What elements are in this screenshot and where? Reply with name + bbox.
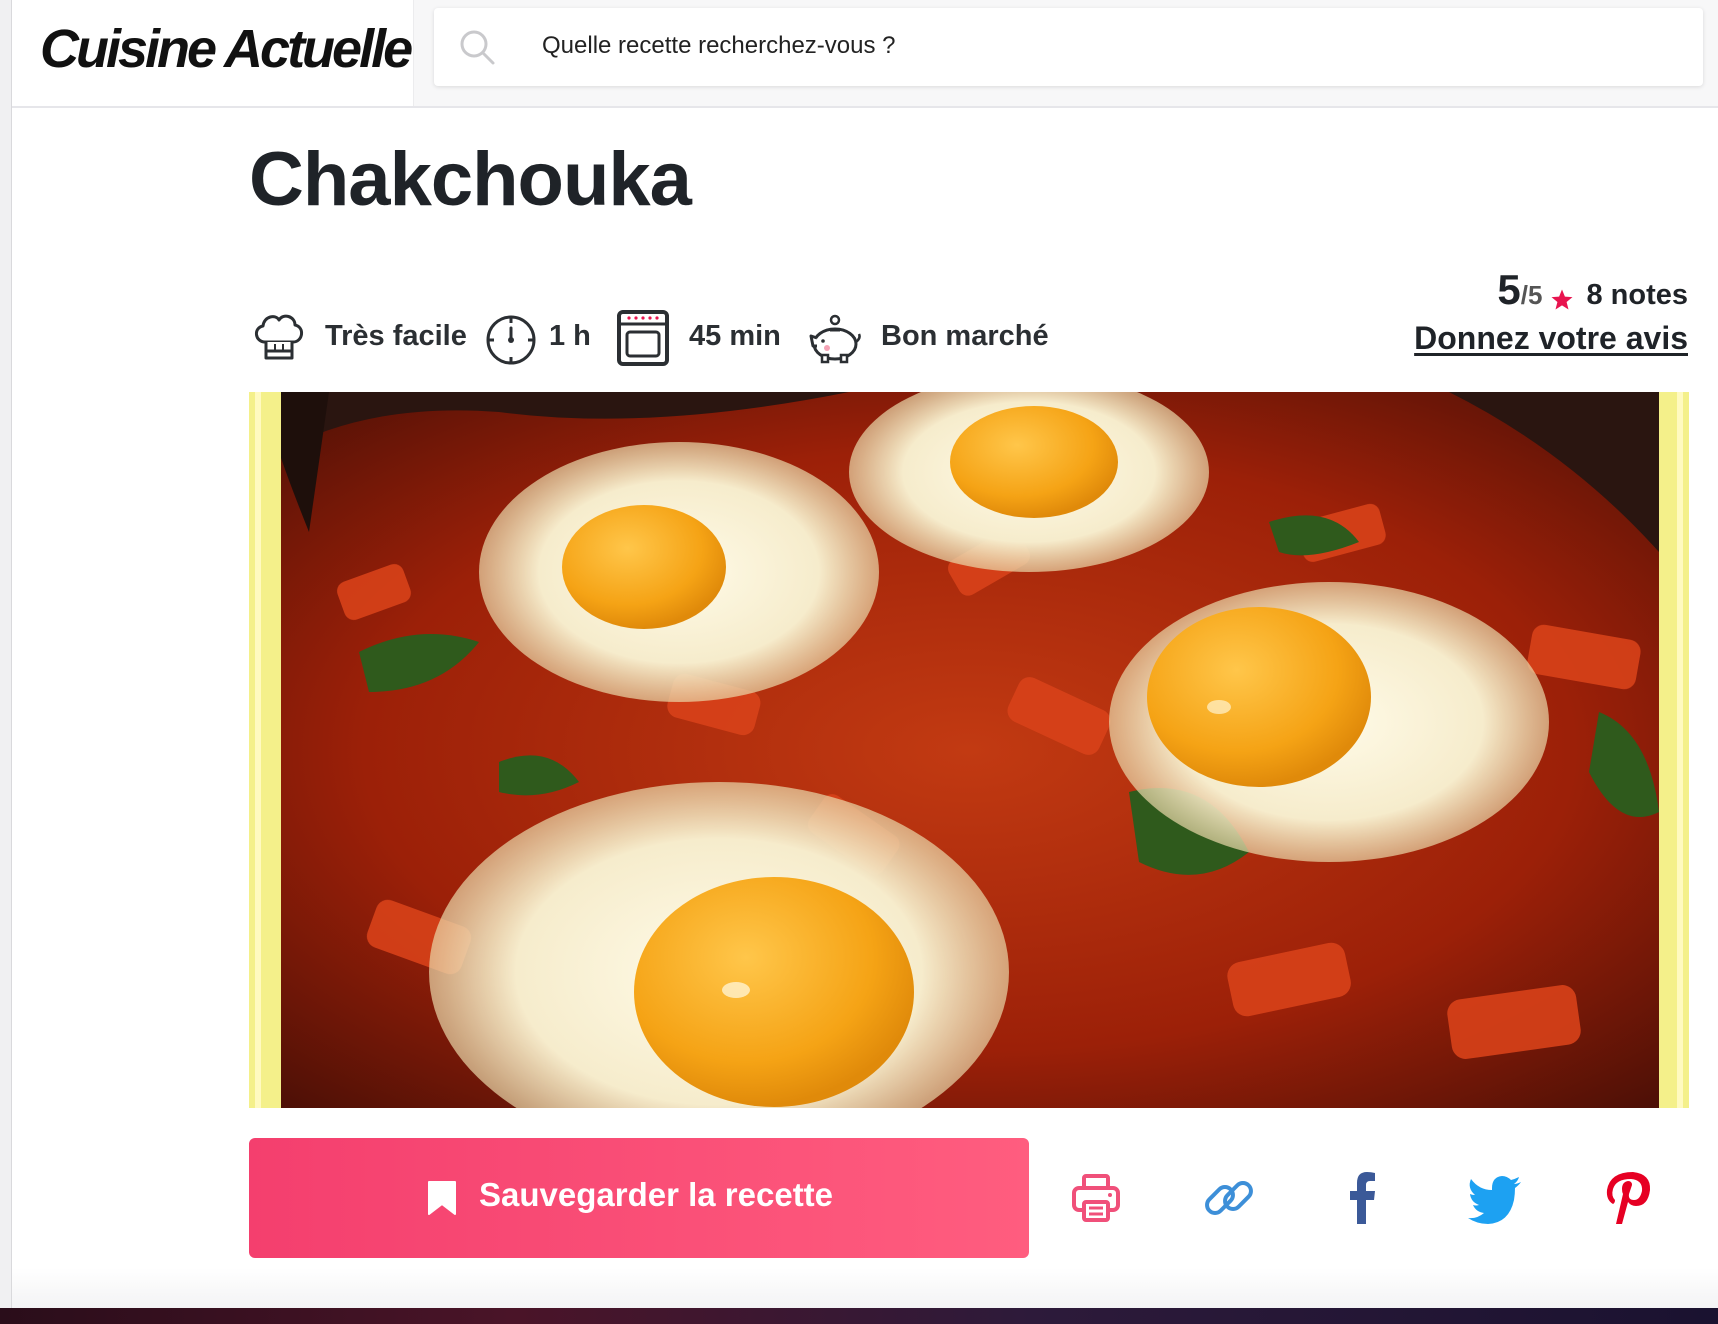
total-time-label: 1 h xyxy=(549,320,591,352)
star-icon xyxy=(1551,289,1573,310)
rating-block: 5/5 8 notes Donnez votre avis xyxy=(1414,266,1688,357)
share-pinterest-button[interactable] xyxy=(1596,1166,1660,1230)
pinterest-icon xyxy=(1606,1172,1651,1224)
print-icon xyxy=(1072,1174,1120,1222)
rating-value: 5 xyxy=(1497,266,1521,313)
rating-summary: 5/5 8 notes xyxy=(1414,266,1688,314)
facebook-icon xyxy=(1350,1172,1375,1224)
search-bar[interactable]: Quelle recette recherchez-vous ? xyxy=(434,8,1703,86)
give-review-link[interactable]: Donnez votre avis xyxy=(1414,320,1688,357)
chef-hat-icon xyxy=(255,314,303,360)
cook-time-label: 45 min xyxy=(689,320,781,352)
recipe-title: Chakchouka xyxy=(249,137,692,222)
cost-label: Bon marché xyxy=(881,320,1049,352)
timer-icon xyxy=(486,315,536,365)
background-strip xyxy=(0,1308,1718,1324)
share-facebook-button[interactable] xyxy=(1330,1166,1394,1230)
window-left-edge xyxy=(0,0,12,1308)
site-header: Cuisine Actuelle Quelle recette recherch… xyxy=(12,0,1718,108)
meta-cost: Bon marché xyxy=(805,300,1065,380)
meta-difficulty: Très facile xyxy=(249,300,479,380)
recipe-main: Chakchouka Très facile 1 h 45 min Bon ma… xyxy=(12,108,1718,1308)
save-recipe-button[interactable]: Sauvegarder la recette xyxy=(249,1138,1029,1258)
rating-count: 8 notes xyxy=(1586,279,1688,311)
save-recipe-label: Sauvegarder la recette xyxy=(479,1176,834,1213)
recipe-meta: Très facile 1 h 45 min Bon marché xyxy=(249,300,1349,380)
search-input[interactable]: Quelle recette recherchez-vous ? xyxy=(542,32,896,60)
site-logo[interactable]: Cuisine Actuelle xyxy=(40,18,413,80)
meta-cook-time: 45 min xyxy=(613,300,803,380)
meta-total-time: 1 h xyxy=(481,300,611,380)
difficulty-label: Très facile xyxy=(325,320,467,352)
share-twitter-button[interactable] xyxy=(1463,1166,1527,1230)
recipe-photo xyxy=(249,392,1689,1108)
piggy-bank-icon xyxy=(809,314,861,364)
copy-link-button[interactable] xyxy=(1197,1166,1261,1230)
print-button[interactable] xyxy=(1064,1166,1128,1230)
twitter-icon xyxy=(1468,1176,1521,1224)
search-icon[interactable] xyxy=(458,28,496,66)
bookmark-icon xyxy=(428,1181,456,1215)
oven-icon xyxy=(617,310,669,366)
logo-area: Cuisine Actuelle xyxy=(12,0,414,106)
link-icon xyxy=(1205,1181,1253,1215)
rating-max: /5 xyxy=(1520,280,1543,310)
